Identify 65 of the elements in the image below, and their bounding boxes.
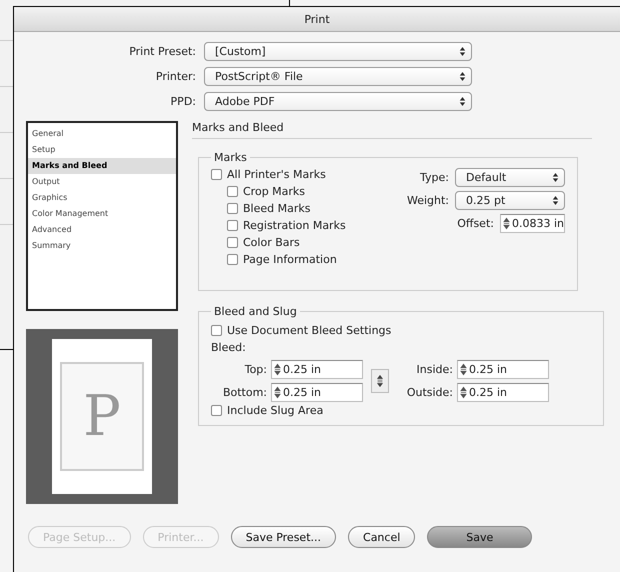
dialog-button[interactable]: Save Preset... — [230, 526, 336, 548]
stepper-arrows-icon — [502, 217, 510, 230]
stepper-arrows-icon — [274, 386, 281, 399]
dialog-button[interactable]: Cancel — [348, 526, 416, 548]
checkbox-label: Bleed Marks — [243, 202, 310, 215]
updown-arrows-icon — [551, 171, 560, 184]
checkbox-label: Color Bars — [243, 236, 300, 249]
field-label: Printer: — [154, 70, 197, 83]
stepper-arrows-icon — [460, 386, 467, 399]
link-button[interactable] — [371, 369, 389, 393]
field-label: Outside: — [406, 386, 453, 399]
checkbox[interactable] — [227, 237, 238, 248]
field-label: Print Preset: — [128, 45, 197, 58]
checkbox-label: Include Slug Area — [227, 404, 324, 417]
category-item[interactable]: Advanced — [28, 222, 176, 238]
checkbox-label: Registration Marks — [243, 219, 346, 232]
checkbox[interactable] — [227, 254, 238, 265]
checkbox-label: Page Information — [243, 253, 337, 266]
field-label: Offset: — [457, 217, 494, 230]
popup-menu[interactable]: [Custom] — [204, 42, 472, 61]
field-label: Type: — [420, 171, 449, 184]
popup-menu[interactable]: Default — [455, 168, 565, 187]
group-title: Bleed and Slug — [213, 305, 298, 318]
stepper-arrows-icon — [274, 363, 281, 376]
field-label: Inside: — [416, 363, 453, 376]
popup-menu[interactable]: Adobe PDF — [204, 92, 472, 111]
bleed-label: Bleed: — [211, 341, 247, 354]
category-item[interactable]: Color Management — [28, 206, 176, 222]
category-item[interactable]: Summary — [28, 238, 176, 254]
updown-arrows-icon — [458, 45, 467, 58]
checkbox-label: Crop Marks — [243, 185, 306, 198]
section-title: Marks and Bleed — [192, 121, 592, 139]
stepper-field[interactable]: 0.25 in — [271, 383, 363, 402]
window-title: Print — [304, 12, 330, 26]
checkbox[interactable] — [227, 203, 238, 214]
group-title: Marks — [213, 151, 248, 164]
stepper-arrows-icon — [460, 363, 467, 376]
checkbox[interactable] — [211, 405, 222, 416]
category-item[interactable]: Graphics — [28, 190, 176, 206]
stepper-field[interactable]: 0.25 in — [457, 360, 549, 379]
dialog-button[interactable]: Save — [427, 526, 532, 548]
field-label: Weight: — [406, 194, 449, 207]
checkbox-label: Use Document Bleed Settings — [227, 324, 392, 337]
checkbox[interactable] — [211, 169, 222, 180]
updown-arrows-icon — [458, 95, 467, 108]
stepper-field[interactable]: 0.25 in — [457, 383, 549, 402]
category-item[interactable]: Marks and Bleed — [28, 158, 176, 174]
popup-menu[interactable]: 0.25 pt — [455, 191, 565, 210]
popup-menu[interactable]: PostScript® File — [204, 67, 472, 86]
field-label: Bottom: — [222, 386, 267, 399]
stepper-field[interactable]: 0.0833 in — [500, 214, 565, 233]
field-label: PPD: — [170, 95, 197, 108]
category-item[interactable]: Setup — [28, 142, 176, 158]
updown-arrows-icon — [551, 194, 560, 207]
preview-letter: P — [83, 384, 121, 449]
checkbox[interactable] — [227, 220, 238, 231]
category-item[interactable]: General — [28, 126, 176, 142]
category-item[interactable]: Output — [28, 174, 176, 190]
link-arrows-icon — [376, 374, 384, 388]
updown-arrows-icon — [458, 70, 467, 83]
stepper-field[interactable]: 0.25 in — [271, 360, 363, 379]
checkbox[interactable] — [227, 186, 238, 197]
field-label: Top: — [244, 363, 267, 376]
checkbox[interactable] — [211, 325, 222, 336]
checkbox-label: All Printer's Marks — [227, 168, 326, 181]
